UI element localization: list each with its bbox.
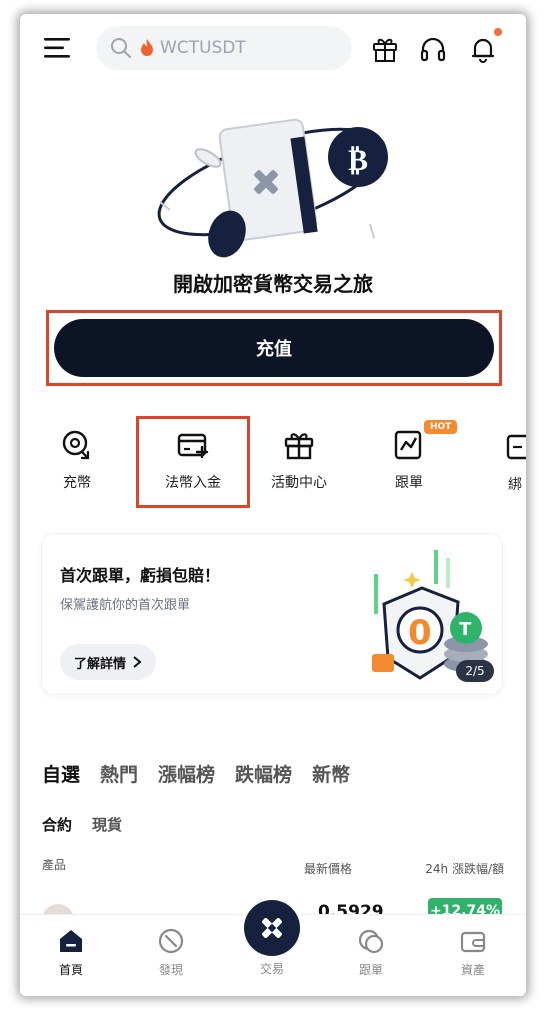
copy-icon <box>358 929 384 954</box>
learn-more-button[interactable]: 了解詳情 <box>60 644 157 680</box>
wallet-icon <box>460 931 486 953</box>
fiat-deposit-highlight <box>136 416 250 508</box>
bell-icon[interactable] <box>468 34 498 64</box>
deposit-button[interactable]: 充值 <box>54 319 494 377</box>
carousel-pager: 2/5 <box>456 660 494 682</box>
svg-text:₿: ₿ <box>348 143 368 178</box>
nav-label: 交易 <box>259 962 284 976</box>
tab-new-coins[interactable]: 新幣 <box>312 760 350 787</box>
quick-action-bind[interactable]: 綁 <box>504 430 526 494</box>
gift-icon <box>284 433 314 460</box>
nav-label: 首頁 <box>58 963 83 977</box>
column-change[interactable]: 24h 漲跌幅/額 <box>425 860 504 877</box>
hot-badge: HOT <box>424 420 458 434</box>
fire-icon <box>141 39 153 56</box>
top-header: WCTUSDT <box>20 14 526 84</box>
quick-action-activity-center[interactable]: 活動中心 <box>254 428 344 492</box>
learn-more-label: 了解詳情 <box>74 656 127 672</box>
promo-card[interactable]: 首次跟單，虧損包賠！ 保駕護航你的首次跟單 了解詳情 0 T 2/5 <box>42 534 502 694</box>
tab-gainers[interactable]: 漲幅榜 <box>158 760 215 787</box>
chevron-right-icon <box>133 656 142 668</box>
tab-favorites[interactable]: 自選 <box>42 760 80 787</box>
svg-text:T: T <box>459 619 472 640</box>
market-tabs: 自選 熱門 漲幅榜 跌幅榜 新幣 <box>42 760 370 787</box>
trade-button[interactable] <box>244 900 300 956</box>
market-column-headers: 產品 最新價格 24h 漲跌幅/額 <box>42 856 504 876</box>
search-bar[interactable]: WCTUSDT <box>96 26 352 70</box>
quick-action-copy-trade[interactable]: 跟單 <box>364 428 454 492</box>
nav-label: 發現 <box>158 963 183 977</box>
nav-home[interactable]: 首頁 <box>36 927 106 978</box>
wallet-illustration: ₿ <box>157 118 388 258</box>
search-placeholder: WCTUSDT <box>160 38 246 58</box>
nav-assets[interactable]: 資產 <box>438 927 508 978</box>
tab-hot[interactable]: 熱門 <box>100 760 138 787</box>
nav-label: 跟單 <box>358 963 383 977</box>
search-icon <box>111 38 131 58</box>
home-icon <box>60 930 82 952</box>
subtab-spot[interactable]: 現貨 <box>92 814 122 835</box>
app-screen: WCTUSDT ₿ 開啟加密貨幣交易之旅 充值 充幣 法幣入金 活動中心 跟單 … <box>20 14 526 996</box>
notification-dot <box>494 28 502 36</box>
subtab-futures[interactable]: 合約 <box>42 814 72 835</box>
bind-icon <box>506 434 526 460</box>
quick-action-deposit-coin[interactable]: 充幣 <box>32 428 122 492</box>
tab-losers[interactable]: 跌幅榜 <box>235 760 292 787</box>
promo-title: 首次跟單，虧損包賠！ <box>60 566 221 585</box>
nav-discover[interactable]: 發現 <box>136 927 206 978</box>
deposit-coin-icon <box>62 430 90 460</box>
quick-action-label: 活動中心 <box>271 475 327 491</box>
market-sub-tabs: 合約 現貨 <box>42 814 142 835</box>
quick-action-label: 充幣 <box>63 475 91 491</box>
promo-subtitle: 保駕護航你的首次跟單 <box>60 598 191 613</box>
menu-icon[interactable] <box>44 36 72 60</box>
discover-icon <box>158 928 184 954</box>
copy-trade-icon <box>394 430 422 460</box>
quick-action-label: 綁 <box>508 477 522 493</box>
quick-action-label: 跟單 <box>395 475 423 491</box>
nav-copy-trade[interactable]: 跟單 <box>336 927 406 978</box>
onboarding-title: 開啟加密貨幣交易之旅 <box>173 272 373 296</box>
headset-icon[interactable] <box>418 34 448 64</box>
nav-label: 資產 <box>460 963 485 977</box>
gift-icon[interactable] <box>370 34 400 64</box>
column-product: 產品 <box>42 858 67 872</box>
trade-icon <box>262 918 282 938</box>
svg-text:0: 0 <box>408 613 432 653</box>
column-price[interactable]: 最新價格 <box>304 860 352 877</box>
